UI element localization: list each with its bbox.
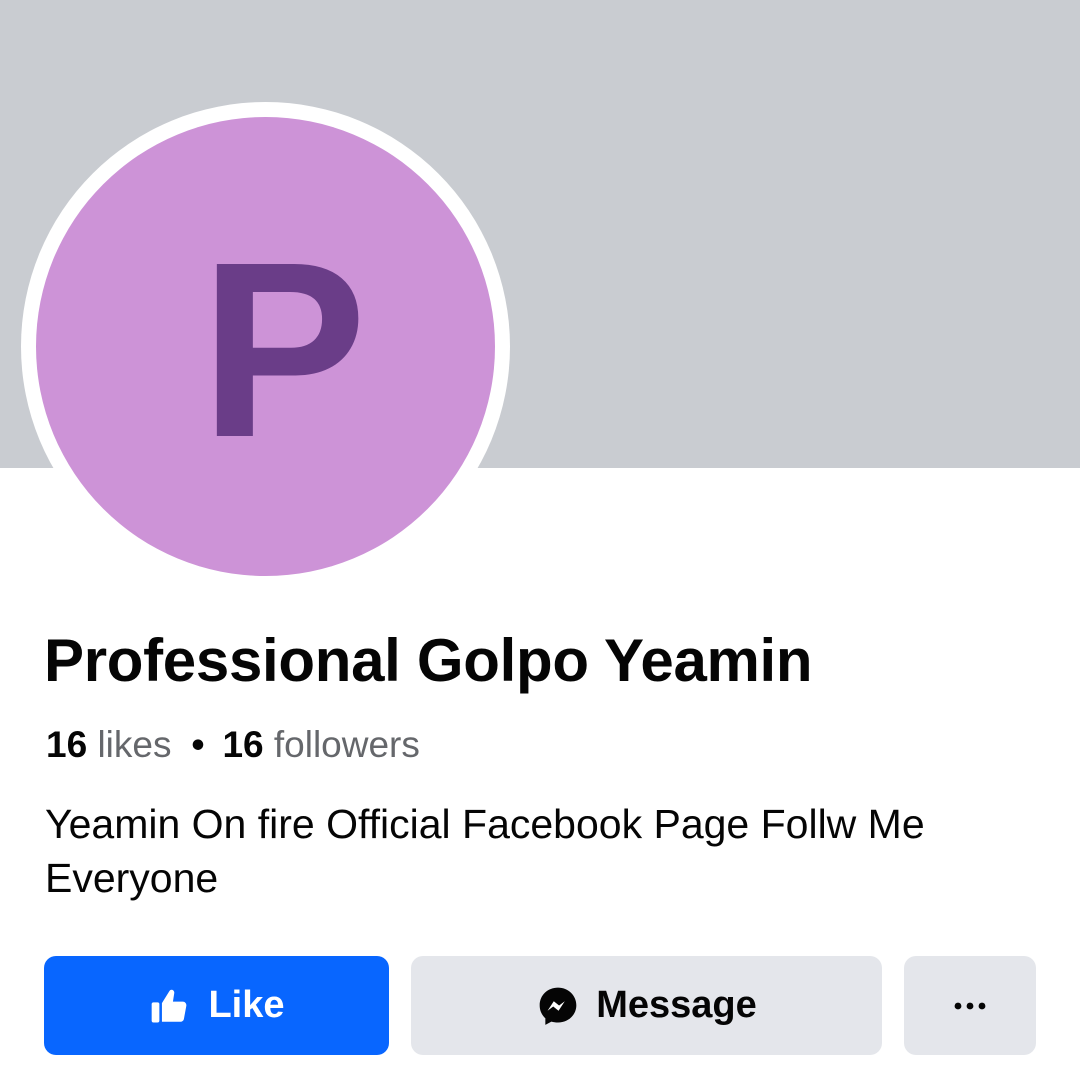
likes-count-link[interactable]: 16 likes (46, 724, 171, 765)
page-bio: Yeamin On fire Official Facebook Page Fo… (45, 801, 925, 901)
stats-separator: • (191, 724, 205, 765)
likes-count: 16 (46, 724, 88, 765)
messenger-icon (536, 984, 580, 1028)
page-stats: 16 likes • 16 followers (46, 724, 420, 766)
followers-label: followers (273, 724, 420, 765)
like-button-label: Like (208, 984, 285, 1026)
avatar-letter: P (200, 209, 367, 489)
followers-count: 16 (222, 724, 264, 765)
message-button[interactable]: Message (411, 956, 882, 1055)
like-button[interactable]: Like (44, 956, 389, 1055)
more-options-icon (950, 1000, 990, 1012)
more-options-button[interactable] (904, 956, 1036, 1055)
thumbs-up-icon (148, 984, 192, 1028)
profile-picture[interactable]: P (36, 117, 495, 576)
message-button-label: Message (596, 984, 757, 1026)
page-title: Professional Golpo Yeamin (44, 627, 813, 694)
likes-label: likes (97, 724, 172, 765)
followers-count-link[interactable]: 16 followers (222, 724, 419, 765)
